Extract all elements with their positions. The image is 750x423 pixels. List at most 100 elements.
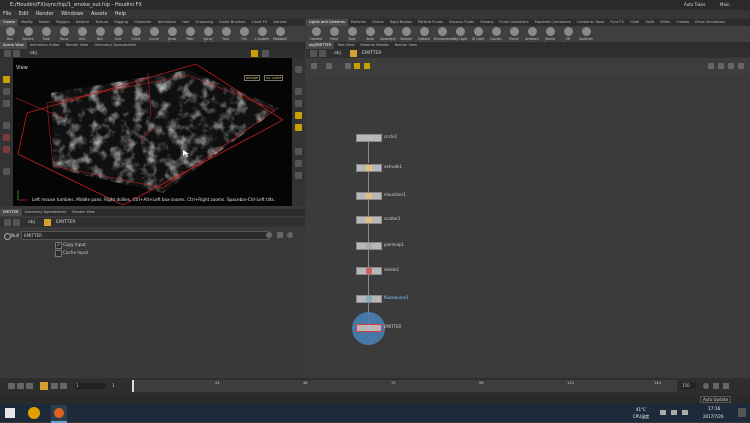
chrome-icon[interactable] <box>28 407 40 419</box>
shelf-tab[interactable]: Viscous Fluids <box>446 19 477 26</box>
layout-icon[interactable] <box>262 50 269 57</box>
shelf-tool[interactable]: Switcher <box>578 27 594 41</box>
shelf-tool[interactable]: GI Light <box>470 27 486 41</box>
tab-animation-editor[interactable]: Animation Editor <box>27 42 63 49</box>
shelf-tab[interactable]: Modify <box>18 19 36 26</box>
menu-edit[interactable]: Edit <box>16 10 32 19</box>
key-icon[interactable] <box>703 383 709 389</box>
tab-geometry-spreadsheet[interactable]: Geometry Spreadsheet <box>91 42 139 49</box>
tab-scene-view[interactable]: Scene View <box>0 42 27 49</box>
node-scatter1[interactable] <box>356 216 382 224</box>
snapshot-icon[interactable] <box>295 160 302 167</box>
param-path-node[interactable]: EMITTER <box>56 219 75 226</box>
auto-update-menu[interactable]: Auto Update <box>700 396 732 403</box>
help-menu-icon[interactable] <box>364 63 370 69</box>
shelf-tab[interactable]: Hair <box>179 19 192 26</box>
shelf-tab[interactable]: Polygon <box>53 19 73 26</box>
tab-geometry-spreadsheet[interactable]: Geometry Spreadsheet <box>22 209 70 216</box>
shelf-tool[interactable]: Camera <box>308 27 324 41</box>
node-delete1[interactable] <box>356 267 382 275</box>
play-reverse-icon[interactable] <box>26 383 33 389</box>
grid-display-icon[interactable] <box>295 172 302 179</box>
select-tool-icon[interactable] <box>3 76 10 83</box>
shelf-tab[interactable]: Volume <box>270 19 289 26</box>
copy-input-checkbox[interactable]: ✓ <box>55 242 62 249</box>
node-mountain1[interactable] <box>356 192 382 200</box>
shelf-tab[interactable]: Animation <box>155 19 179 26</box>
shelf-tab[interactable]: Deform <box>73 19 92 26</box>
shelf-tab[interactable]: Oceans <box>477 19 496 26</box>
tab-tree-view[interactable]: Tree View <box>334 42 357 49</box>
snap-tool-icon[interactable] <box>3 168 10 175</box>
camera-menu[interactable]: no cam▾ <box>264 75 284 81</box>
node-pointvop1[interactable] <box>356 242 382 250</box>
node-name-field[interactable]: EMITTER <box>21 231 269 240</box>
layout-menu-icon[interactable] <box>354 63 360 69</box>
shelf-tool[interactable]: File <box>236 27 252 41</box>
tools-menu-icon[interactable] <box>345 63 351 69</box>
shelf-tool[interactable]: Path <box>182 27 198 41</box>
shelf-tab[interactable]: Rigid Bodies <box>387 19 415 26</box>
notifications-icon[interactable] <box>738 408 746 417</box>
back-icon[interactable] <box>4 50 11 57</box>
move-tool-icon[interactable] <box>3 88 10 95</box>
shelf-tool[interactable]: L-System <box>254 27 270 41</box>
rotate-tool-icon[interactable] <box>3 100 10 107</box>
shelf-tab[interactable]: Cloth <box>627 19 642 26</box>
tab-material-palette[interactable]: Material Palette <box>357 42 391 49</box>
network-icon[interactable] <box>671 410 677 415</box>
jump-end-icon[interactable] <box>60 383 67 389</box>
shelf-tab[interactable]: Grooming <box>192 19 216 26</box>
shelf-tab[interactable]: Crowds <box>673 19 692 26</box>
forward-icon[interactable] <box>13 50 20 57</box>
node-emitter[interactable] <box>356 324 382 332</box>
shelf-tab[interactable]: Texture <box>92 19 111 26</box>
menu-windows[interactable]: Windows <box>58 10 86 19</box>
timeline-track[interactable]: 1 24 48 72 96 120 144 <box>132 380 677 392</box>
shelf-tab[interactable]: Cloud FX <box>248 19 270 26</box>
visualizer-icon[interactable] <box>295 124 302 131</box>
menu-help[interactable]: Help <box>112 10 129 19</box>
back-icon[interactable] <box>310 50 317 57</box>
display-options-icon[interactable] <box>295 66 302 73</box>
tab-render-view[interactable]: Render View <box>69 209 97 216</box>
shelf-tool[interactable]: Metaball <box>272 27 288 41</box>
play-icon[interactable] <box>51 383 58 389</box>
network-list-icon[interactable] <box>718 63 724 69</box>
tab-render-view[interactable]: Render View <box>63 42 91 49</box>
back-icon[interactable] <box>4 219 11 226</box>
shelf-tab[interactable]: Create <box>0 19 18 26</box>
shelf-tab[interactable]: Model <box>36 19 53 26</box>
end-frame-field[interactable]: 150 <box>681 383 696 389</box>
shelf-tab[interactable]: Rigging <box>111 19 131 26</box>
shelf-tab[interactable]: Drive Simulation <box>692 19 728 26</box>
network-path-node[interactable]: EMITTER <box>362 50 381 57</box>
network-tree-icon[interactable] <box>728 63 734 69</box>
pose-tool-icon[interactable] <box>3 134 10 141</box>
shelf-tab[interactable]: Wires <box>657 19 673 26</box>
handle-tool-icon[interactable] <box>3 122 10 129</box>
auto-takes-label[interactable]: Auto Takes <box>684 1 706 9</box>
param-path-obj[interactable]: obj <box>28 219 35 226</box>
network-options-icon[interactable] <box>738 63 744 69</box>
menu-render[interactable]: Render <box>33 10 57 19</box>
shelf-tool[interactable]: Grid <box>74 27 90 41</box>
tab-render-view[interactable]: Render View <box>392 42 420 49</box>
view-menu-icon[interactable] <box>326 63 332 69</box>
playbar-options-icon[interactable] <box>713 383 719 389</box>
desk-selector[interactable]: Main <box>720 1 730 9</box>
start-frame-label[interactable]: 1 <box>112 383 115 389</box>
network-path-obj[interactable]: obj <box>334 50 341 57</box>
shelf-tool[interactable]: Line <box>110 27 126 41</box>
jump-start-icon[interactable] <box>8 383 15 389</box>
persp-menu[interactable]: persp▾ <box>244 75 260 81</box>
shelf-tab[interactable]: Lights and Cameras <box>306 19 348 26</box>
stop-icon[interactable] <box>40 382 48 390</box>
audio-icon[interactable] <box>723 383 729 389</box>
shelf-tool[interactable]: Tube <box>38 27 54 41</box>
shelf-tool[interactable]: Curve <box>146 27 162 41</box>
gear-icon[interactable] <box>266 232 272 238</box>
shelf-tool[interactable]: Sphere <box>20 27 36 41</box>
node-extrude1[interactable] <box>356 164 382 172</box>
shelf-tab[interactable]: Guide Brushes <box>216 19 248 26</box>
